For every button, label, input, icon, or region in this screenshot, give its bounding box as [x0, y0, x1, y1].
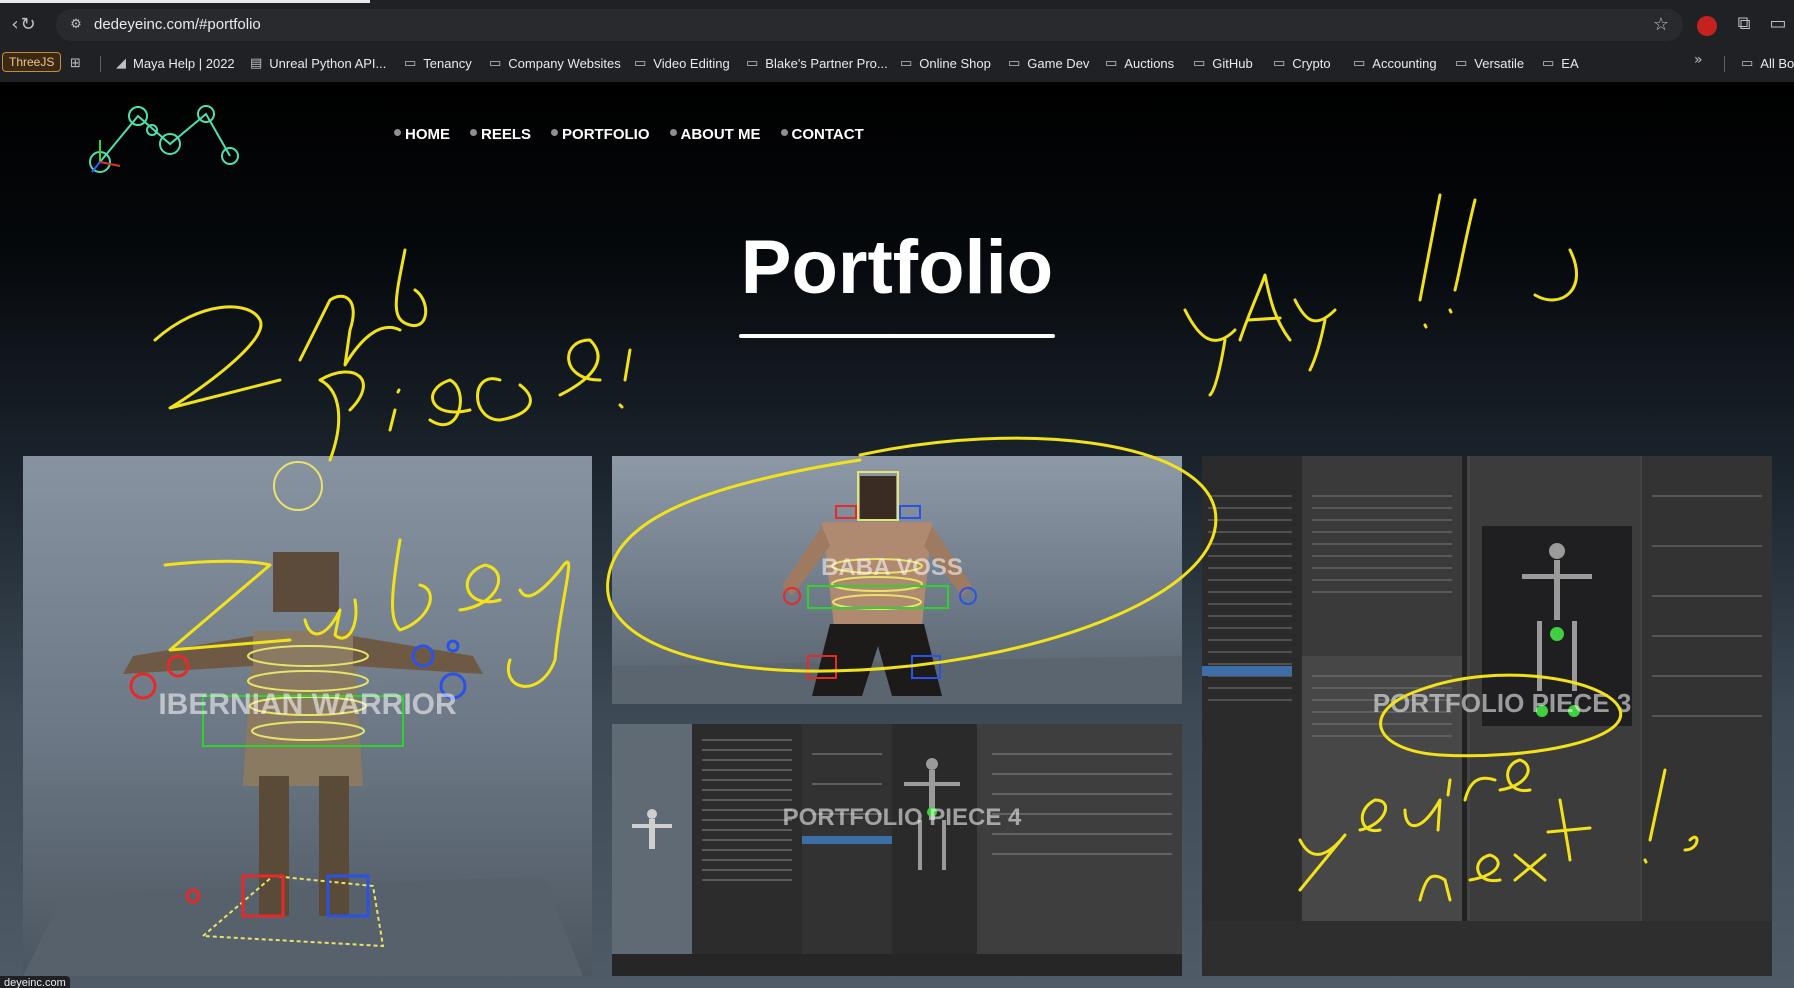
bookmark-label: Video Editing [653, 55, 730, 71]
bookmark-label: Online Shop [919, 55, 991, 71]
nav-portfolio[interactable]: PORTFOLIO [551, 126, 650, 143]
bookmark-ea[interactable]: ▭ EA [1542, 52, 1579, 74]
nav-home[interactable]: HOME [394, 126, 450, 143]
bookmark-crypto[interactable]: ▭ Crypto [1273, 52, 1331, 74]
bookmark-online-shop[interactable]: ▭ Online Shop [900, 52, 991, 74]
bookmark-label: Tenancy [423, 55, 472, 71]
nav-bullet [551, 129, 559, 136]
extension-icon[interactable] [1697, 16, 1717, 36]
bookmark-unreal-python[interactable]: ▤ Unreal Python API... [250, 52, 386, 74]
rig-logo[interactable] [86, 100, 246, 186]
bookmark-github[interactable]: ▭ GitHub [1193, 52, 1253, 74]
nav-bullet [470, 129, 477, 136]
tile-title: BABA VOSS [821, 554, 963, 581]
status-bar-url: deyeinc.com [0, 976, 70, 988]
bookmark-label: Accounting [1372, 55, 1437, 71]
portfolio-tile-ibernian-warrior[interactable]: IBERNIAN WARRIOR [23, 456, 592, 976]
bookmark-threejs[interactable]: ThreeJS [2, 52, 62, 72]
url-text[interactable]: dedeyeinc.com/#portfolio [94, 16, 261, 34]
folder-icon: ▭ [746, 55, 759, 71]
portfolio-tile-piece-3[interactable]: PORTFOLIO PIECE 3 [1202, 456, 1772, 976]
folder-icon: ▭ [900, 55, 913, 71]
side-panel-icon[interactable]: ▭ [1766, 12, 1790, 36]
browser-chrome: ‹ ↻ ⚙ dedeyeinc.com/#portfolio ☆ ⧉ ▭ Thr… [0, 0, 1794, 82]
nav-label: PORTFOLIO [562, 126, 650, 143]
main-nav: HOME REELS PORTFOLIO ABOUT ME CONTACT [394, 126, 864, 143]
nav-label: HOME [405, 126, 450, 143]
apps-grid-icon[interactable]: ⊞ [70, 52, 81, 74]
maya-outliner-screenshot [612, 724, 1182, 976]
tile-title: PORTFOLIO PIECE 4 [782, 804, 1022, 831]
bookmark-label: EA [1561, 55, 1579, 71]
nav-contact[interactable]: CONTACT [780, 126, 864, 143]
bookmarks-overflow-icon[interactable]: » [1694, 52, 1703, 68]
bookmark-label: Crypto [1292, 55, 1331, 71]
bookmark-label: Company Websites [508, 55, 621, 71]
folder-icon: ▭ [1542, 55, 1555, 71]
nav-reels[interactable]: REELS [470, 126, 531, 143]
bookmark-label: Blake's Partner Pro... [765, 55, 888, 71]
portfolio-tile-baba-voss[interactable]: BABA VOSS [612, 456, 1182, 704]
reload-icon[interactable]: ↻ [16, 13, 40, 37]
bookmark-label: Game Dev [1027, 55, 1090, 71]
bookmark-blakes-partner[interactable]: ▭ Blake's Partner Pro... [746, 52, 888, 74]
folder-icon: ▭ [1455, 55, 1468, 71]
bookmark-label: Versatile [1474, 55, 1525, 71]
portfolio-tile-piece-4[interactable]: PORTFOLIO PIECE 4 [612, 724, 1182, 976]
website-page: HOME REELS PORTFOLIO ABOUT ME CONTACT Po… [0, 82, 1794, 988]
folder-icon: ▭ [1193, 55, 1206, 71]
folder-icon: ▭ [1741, 55, 1754, 71]
tile-title: IBERNIAN WARRIOR [158, 688, 457, 721]
bookmark-accounting[interactable]: ▭ Accounting [1353, 52, 1437, 74]
bookmark-star-icon[interactable]: ☆ [1653, 14, 1669, 36]
bookmark-label: Auctions [1124, 55, 1175, 71]
nav-label: CONTACT [791, 126, 864, 143]
nav-bullet [780, 129, 788, 136]
bookmark-divider [1724, 56, 1725, 72]
bookmark-divider [100, 56, 101, 72]
folder-icon: ▭ [404, 55, 417, 71]
address-bar[interactable]: ⚙ dedeyeinc.com/#portfolio ☆ [56, 9, 1683, 41]
title-underline [739, 334, 1055, 338]
bookmark-versatile[interactable]: ▭ Versatile [1455, 52, 1524, 74]
folder-icon: ▭ [1353, 55, 1366, 71]
bookmark-all-bookmarks[interactable]: ▭ All Bo [1741, 52, 1794, 74]
bookmark-game-dev[interactable]: ▭ Game Dev [1008, 52, 1089, 74]
site-info-icon[interactable]: ⚙ [66, 15, 86, 35]
bookmark-maya-help[interactable]: ◢ Maya Help | 2022 [116, 52, 235, 74]
bookmark-label: All Bo [1760, 55, 1794, 71]
nav-label: ABOUT ME [680, 126, 761, 143]
nav-bullet [394, 129, 401, 136]
bookmark-auctions[interactable]: ▭ Auctions [1105, 52, 1174, 74]
bookmark-company-websites[interactable]: ▭ Company Websites [489, 52, 621, 74]
folder-icon: ▭ [1105, 55, 1118, 71]
maya-icon: ◢ [116, 55, 126, 71]
page-load-progress [0, 0, 370, 3]
doc-icon: ▤ [250, 55, 263, 71]
folder-icon: ▭ [1273, 55, 1286, 71]
nav-label: REELS [481, 126, 532, 143]
bookmark-video-editing[interactable]: ▭ Video Editing [634, 52, 730, 74]
tile-title: PORTFOLIO PIECE 3 [1372, 688, 1632, 718]
bookmark-tenancy[interactable]: ▭ Tenancy [404, 52, 472, 74]
extensions-puzzle-icon[interactable]: ⧉ [1732, 12, 1756, 36]
bookmark-label: Unreal Python API... [269, 55, 387, 71]
nav-about-me[interactable]: ABOUT ME [669, 126, 761, 143]
folder-icon: ▭ [1008, 55, 1021, 71]
nav-bullet [669, 129, 677, 136]
address-row: ‹ ↻ ⚙ dedeyeinc.com/#portfolio ☆ ⧉ ▭ [0, 6, 1794, 44]
bookmark-label: Maya Help | 2022 [133, 55, 235, 71]
page-title: Portfolio [740, 225, 1054, 310]
bookmark-label: GitHub [1212, 55, 1253, 71]
folder-icon: ▭ [489, 55, 502, 71]
folder-icon: ▭ [634, 55, 647, 71]
